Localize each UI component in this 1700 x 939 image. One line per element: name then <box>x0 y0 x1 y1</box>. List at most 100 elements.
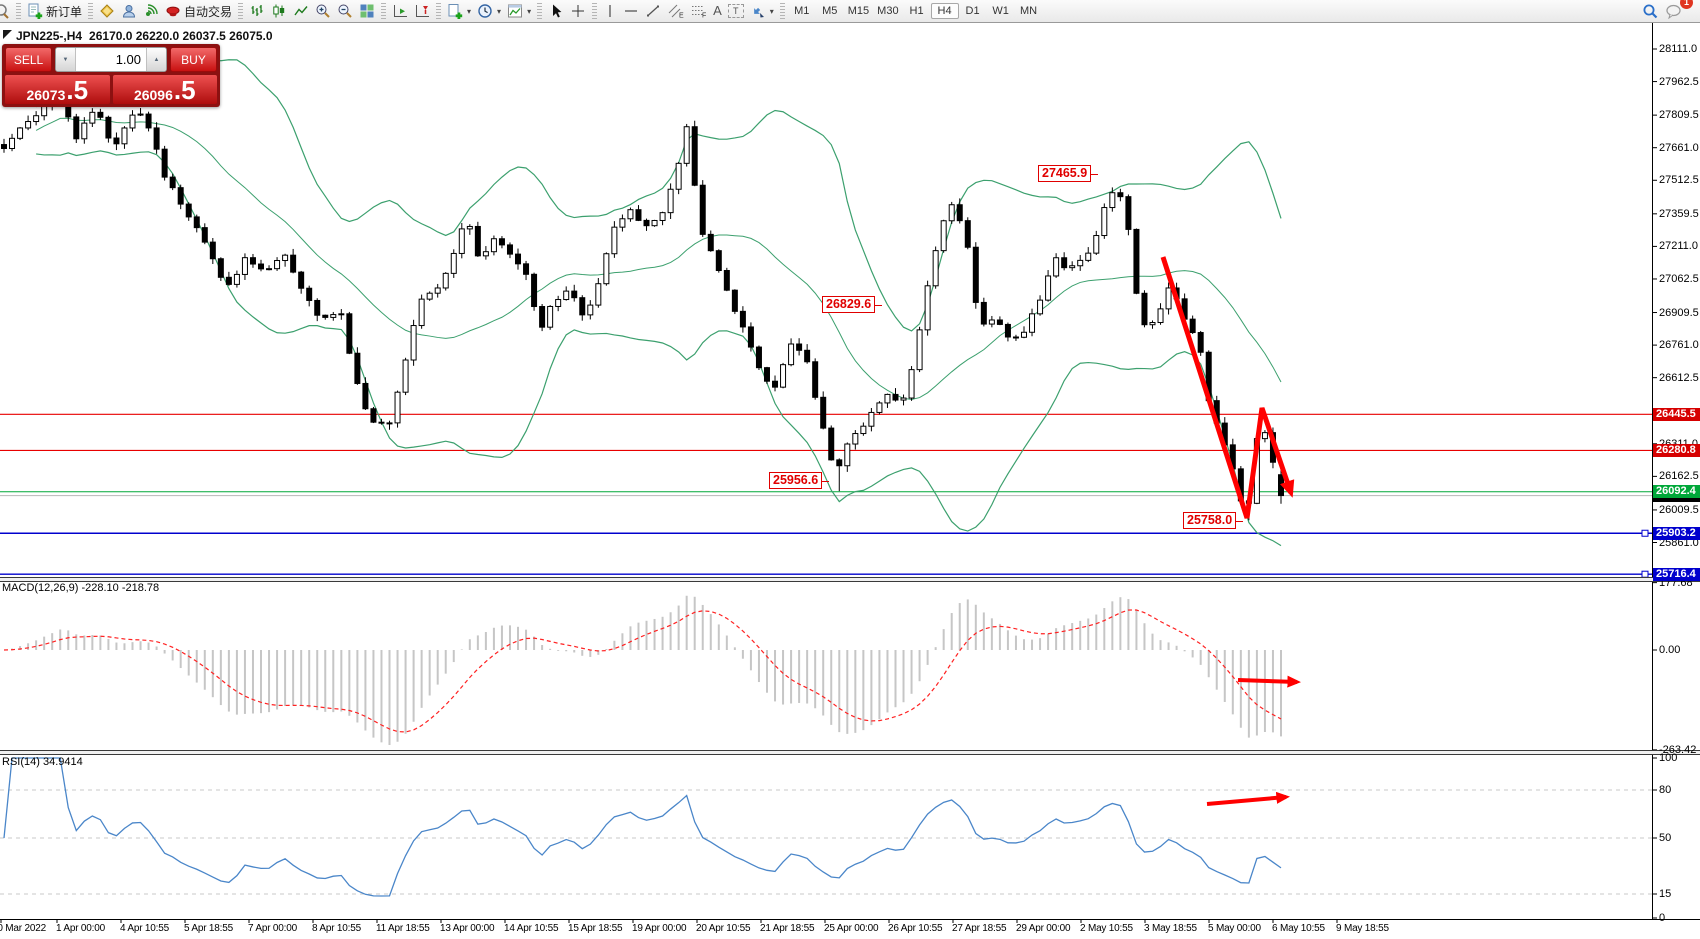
new-order-button[interactable]: 新订单 <box>24 0 85 22</box>
mt4-terminal: 新订单 自动交易 <box>0 0 1700 939</box>
price-axis-tick: 26761.0 <box>1659 340 1699 351</box>
drawn-arrows[interactable] <box>1163 257 1297 804</box>
price-line-badge: 26280.8 <box>1653 444 1700 457</box>
timeframe-m5-button[interactable]: M5 <box>816 3 844 19</box>
toolbar-grip <box>238 3 243 19</box>
price-line-badge: 25716.4 <box>1653 568 1700 581</box>
arrows-tool-dropdown[interactable]: ▾ <box>747 0 777 22</box>
autotrading-button[interactable]: 自动交易 <box>162 0 235 22</box>
equidistant-channel-tool-button[interactable]: E <box>664 0 687 22</box>
text-label-tool-button[interactable]: T <box>725 0 747 22</box>
volume-decrease-button[interactable]: ▼ <box>56 48 76 71</box>
buy-price-fraction: .5 <box>174 78 196 103</box>
autotrading-label: 自动交易 <box>184 3 232 20</box>
profiles-button[interactable] <box>118 0 140 22</box>
fibonacci-tag: F <box>702 13 706 20</box>
tile-windows-button[interactable] <box>356 0 378 22</box>
line-chart-button[interactable] <box>290 0 312 22</box>
toolbar: 新订单 自动交易 <box>0 0 1700 23</box>
metaeditor-button[interactable] <box>96 0 118 22</box>
macd-rsi-splitter[interactable] <box>0 750 1700 755</box>
price-annotation[interactable]: 25956.6 <box>769 472 822 489</box>
sell-button[interactable]: SELL <box>5 47 52 72</box>
notification-badge: 1 <box>1680 0 1693 9</box>
periods-dropdown[interactable]: ▾ <box>474 0 504 22</box>
horizontal-line-tool-button[interactable] <box>620 0 642 22</box>
rsi-axis-tick: 15 <box>1659 889 1671 900</box>
buy-button[interactable]: BUY <box>170 47 217 72</box>
dropdown-caret-icon: ▾ <box>770 7 774 16</box>
price-annotation[interactable]: 27465.9 <box>1038 165 1091 182</box>
vertical-line-icon <box>603 3 617 19</box>
chart-canvas[interactable] <box>0 0 1700 939</box>
time-axis-label: 8 Apr 10:55 <box>312 923 361 934</box>
toolbar-grip <box>88 3 93 19</box>
time-axis-label: 26 Apr 10:55 <box>888 923 942 934</box>
trendline-tool-button[interactable] <box>642 0 664 22</box>
buy-price-display[interactable]: 26096.5 <box>113 75 218 104</box>
macd-indicator-label: MACD(12,26,9) -228.10 -218.78 <box>2 582 159 594</box>
toolbar-grip <box>436 3 441 19</box>
autotrading-icon <box>165 3 181 19</box>
horizontal-line-icon <box>623 3 639 19</box>
time-axis-label: 25 Apr 00:00 <box>824 923 878 934</box>
new-order-label: 新订单 <box>46 3 82 20</box>
crosshair-tool-button[interactable] <box>567 0 589 22</box>
candlestick-chart-icon <box>271 3 287 19</box>
volume-increase-button[interactable]: ▲ <box>146 48 166 71</box>
dropdown-caret-icon: ▾ <box>527 7 531 16</box>
chart-shift-button[interactable] <box>411 0 433 22</box>
rsi-axis-tick: 0 <box>1659 913 1665 924</box>
trend-arrow[interactable] <box>1238 680 1297 682</box>
sell-price-display[interactable]: 26073.5 <box>5 75 110 104</box>
timeframe-m30-button[interactable]: M30 <box>873 3 902 19</box>
bollinger-lower <box>36 151 1281 546</box>
text-tool-button[interactable]: A <box>710 0 725 22</box>
timeframe-w1-button[interactable]: W1 <box>987 3 1015 19</box>
search-button[interactable] <box>1639 0 1662 22</box>
price-axis-tick: 26612.5 <box>1659 373 1699 384</box>
price-annotation[interactable]: 26829.6 <box>822 296 875 313</box>
text-tool-icon: A <box>713 3 722 19</box>
time-axis-label: 13 Apr 00:00 <box>440 923 494 934</box>
time-axis-label: 6 May 10:55 <box>1272 923 1325 934</box>
vertical-line-tool-button[interactable] <box>600 0 620 22</box>
clipped-toolbar-icon[interactable] <box>0 0 13 22</box>
cursor-icon <box>548 3 564 19</box>
timeframe-mn-button[interactable]: MN <box>1015 3 1043 19</box>
fibonacci-tool-button[interactable]: F <box>687 0 710 22</box>
bollinger-bands <box>36 60 1281 546</box>
zoom-out-button[interactable] <box>334 0 356 22</box>
cursor-tool-button[interactable] <box>545 0 567 22</box>
volume-value[interactable]: 1.00 <box>76 48 146 71</box>
timeframe-d1-button[interactable]: D1 <box>959 3 987 19</box>
signals-button[interactable] <box>140 0 162 22</box>
trend-arrow[interactable] <box>1163 257 1291 518</box>
timeframe-m1-button[interactable]: M1 <box>788 3 816 19</box>
candlesticks <box>2 84 1284 520</box>
templates-dropdown[interactable]: ▾ <box>504 0 534 22</box>
price-axis-tick: 26162.5 <box>1659 471 1699 482</box>
price-annotation[interactable]: 25758.0 <box>1183 512 1236 529</box>
toolbar-grip <box>16 3 21 19</box>
candlestick-chart-button[interactable] <box>268 0 290 22</box>
chat-button[interactable]: 1 <box>1662 0 1686 22</box>
trend-arrow[interactable] <box>1207 797 1286 804</box>
price-line-badge: 25903.2 <box>1653 527 1700 540</box>
chart-symbol-period: JPN225-,H4 <box>16 29 82 43</box>
main-macd-splitter[interactable] <box>0 577 1700 582</box>
timeframe-h4-button[interactable]: H4 <box>931 3 959 19</box>
timeframe-m15-button[interactable]: M15 <box>844 3 873 19</box>
timeframe-h1-button[interactable]: H1 <box>903 3 931 19</box>
one-click-trading-panel: SELL ▼ 1.00 ▲ BUY 26073.5 26096.5 <box>2 44 220 107</box>
dropdown-caret-icon: ▾ <box>467 7 471 16</box>
new-chart-dropdown[interactable]: ▾ <box>444 0 474 22</box>
auto-scroll-button[interactable] <box>389 0 411 22</box>
time-axis-label: 11 Apr 18:55 <box>376 923 430 934</box>
bar-chart-button[interactable] <box>246 0 268 22</box>
price-axis-tick: 27809.5 <box>1659 110 1699 121</box>
one-click-expander-icon[interactable] <box>3 30 12 39</box>
price-line-badge: 26092.4 <box>1653 485 1700 498</box>
zoom-in-button[interactable] <box>312 0 334 22</box>
rsi-pane <box>0 758 1652 896</box>
